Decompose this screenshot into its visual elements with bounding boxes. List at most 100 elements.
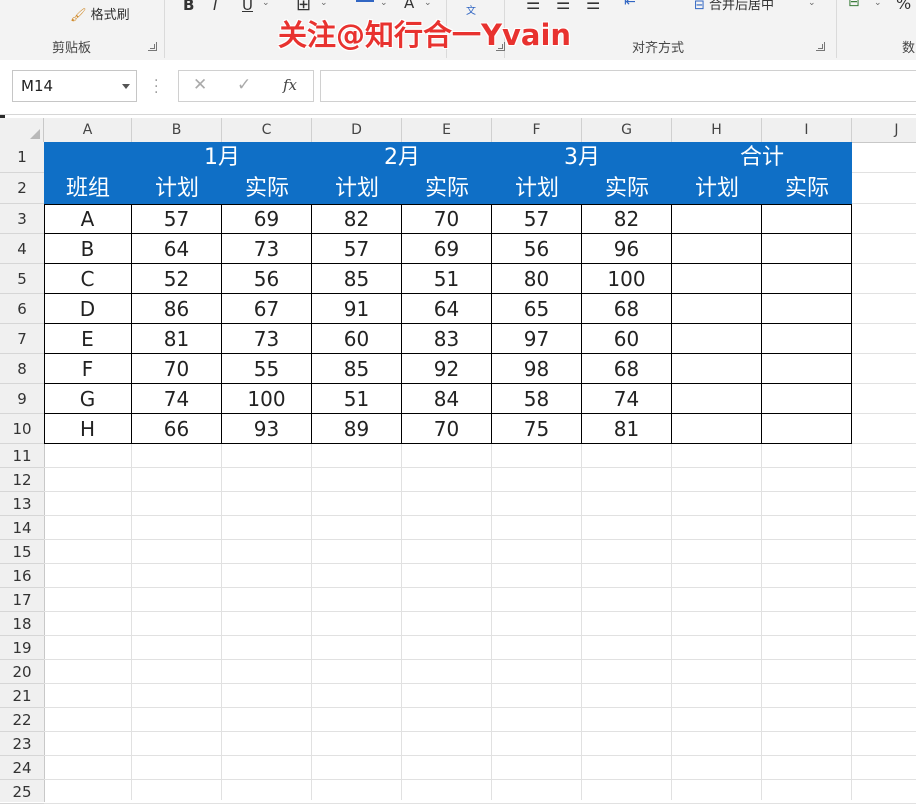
value-cell[interactable]: 86	[132, 294, 222, 324]
value-cell[interactable]: 74	[582, 384, 672, 414]
row-header-7[interactable]: 7	[0, 324, 44, 354]
confirm-icon[interactable]: ✓	[237, 75, 251, 95]
value-cell[interactable]: 64	[402, 294, 492, 324]
value-cell[interactable]	[762, 294, 852, 324]
value-cell[interactable]: 82	[582, 204, 672, 234]
row-header-23[interactable]: 23	[0, 732, 44, 756]
value-cell[interactable]: 85	[312, 264, 402, 294]
value-cell[interactable]: 57	[492, 204, 582, 234]
row-header-6[interactable]: 6	[0, 294, 44, 324]
group-cell[interactable]: F	[44, 354, 132, 384]
row-header-1[interactable]: 1	[0, 142, 44, 173]
value-cell[interactable]: 56	[492, 234, 582, 264]
row-header-21[interactable]: 21	[0, 684, 44, 708]
spreadsheet-grid[interactable]: ABCDEFGHIJ 1 2 3 4 5 6 7 8 9 10 11 12 13 14 15 16 17 18 19…	[0, 118, 916, 804]
name-box[interactable]: M14	[12, 70, 137, 102]
column-header-c[interactable]: C	[222, 118, 312, 142]
value-cell[interactable]: 89	[312, 414, 402, 444]
value-cell[interactable]: 66	[132, 414, 222, 444]
chevron-down-icon[interactable]: ⌄	[424, 0, 432, 8]
value-cell[interactable]: 56	[222, 264, 312, 294]
row-header-18[interactable]: 18	[0, 612, 44, 636]
value-cell[interactable]: 68	[582, 354, 672, 384]
group-cell[interactable]: C	[44, 264, 132, 294]
value-cell[interactable]: 52	[132, 264, 222, 294]
value-cell[interactable]	[672, 264, 762, 294]
row-header-15[interactable]: 15	[0, 540, 44, 564]
row-header-19[interactable]: 19	[0, 636, 44, 660]
row-header-5[interactable]: 5	[0, 264, 44, 294]
bold-button[interactable]: B	[183, 0, 194, 14]
italic-button[interactable]: I	[213, 0, 217, 14]
value-cell[interactable]	[762, 264, 852, 294]
currency-icon[interactable]: ⊟	[848, 0, 860, 10]
value-cell[interactable]: 73	[222, 324, 312, 354]
value-cell[interactable]	[672, 384, 762, 414]
value-cell[interactable]: 81	[582, 414, 672, 444]
column-header-j[interactable]: J	[852, 118, 916, 142]
value-cell[interactable]: 83	[402, 324, 492, 354]
value-cell[interactable]: 60	[582, 324, 672, 354]
value-cell[interactable]	[672, 294, 762, 324]
chevron-down-icon[interactable]	[122, 84, 130, 89]
row-header-20[interactable]: 20	[0, 660, 44, 684]
row-header-16[interactable]: 16	[0, 564, 44, 588]
row-header-13[interactable]: 13	[0, 492, 44, 516]
value-cell[interactable]: 69	[222, 204, 312, 234]
value-cell[interactable]: 68	[582, 294, 672, 324]
value-cell[interactable]: 81	[132, 324, 222, 354]
value-cell[interactable]: 51	[312, 384, 402, 414]
value-cell[interactable]	[672, 234, 762, 264]
value-cell[interactable]: 70	[402, 414, 492, 444]
value-cell[interactable]: 93	[222, 414, 312, 444]
value-cell[interactable]: 74	[132, 384, 222, 414]
select-all-button[interactable]	[0, 118, 44, 142]
group-cell[interactable]: H	[44, 414, 132, 444]
row-header-4[interactable]: 4	[0, 234, 44, 264]
value-cell[interactable]: 98	[492, 354, 582, 384]
row-header-17[interactable]: 17	[0, 588, 44, 612]
row-header-11[interactable]: 11	[0, 444, 44, 468]
value-cell[interactable]: 73	[222, 234, 312, 264]
value-cell[interactable]: 84	[402, 384, 492, 414]
row-header-24[interactable]: 24	[0, 756, 44, 780]
value-cell[interactable]: 60	[312, 324, 402, 354]
value-cell[interactable]	[762, 354, 852, 384]
font-color-button[interactable]: A	[404, 0, 414, 12]
row-header-9[interactable]: 9	[0, 384, 44, 414]
column-header-h[interactable]: H	[672, 118, 762, 142]
value-cell[interactable]: 85	[312, 354, 402, 384]
indent-icon[interactable]: ⇤	[624, 0, 636, 10]
column-header-b[interactable]: B	[132, 118, 222, 142]
row-header-25[interactable]: 25	[0, 780, 44, 804]
value-cell[interactable]	[762, 204, 852, 234]
formula-bar-splitter-icon[interactable]: · · ·	[154, 74, 158, 100]
value-cell[interactable]	[762, 384, 852, 414]
value-cell[interactable]: 70	[132, 354, 222, 384]
value-cell[interactable]: 58	[492, 384, 582, 414]
underline-button[interactable]: U	[242, 0, 253, 14]
value-cell[interactable]: 67	[222, 294, 312, 324]
row-header-10[interactable]: 10	[0, 414, 44, 444]
value-cell[interactable]: 91	[312, 294, 402, 324]
value-cell[interactable]: 51	[402, 264, 492, 294]
value-cell[interactable]	[672, 414, 762, 444]
value-cell[interactable]: 70	[402, 204, 492, 234]
value-cell[interactable]: 96	[582, 234, 672, 264]
alignment-launcher-icon[interactable]	[816, 42, 825, 51]
group-cell[interactable]: E	[44, 324, 132, 354]
column-header-i[interactable]: I	[762, 118, 852, 142]
value-cell[interactable]: 80	[492, 264, 582, 294]
chevron-down-icon[interactable]: ⌄	[808, 0, 816, 8]
percent-button[interactable]: %	[896, 0, 911, 13]
fill-color-button[interactable]	[356, 0, 374, 2]
value-cell[interactable]: 82	[312, 204, 402, 234]
column-header-d[interactable]: D	[312, 118, 402, 142]
value-cell[interactable]	[762, 234, 852, 264]
group-cell[interactable]: G	[44, 384, 132, 414]
row-header-3[interactable]: 3	[0, 204, 44, 234]
chevron-down-icon[interactable]: ⌄	[874, 0, 882, 8]
merge-center-button[interactable]: ⊟ 合并后居中	[694, 0, 774, 13]
value-cell[interactable]: 75	[492, 414, 582, 444]
value-cell[interactable]: 97	[492, 324, 582, 354]
